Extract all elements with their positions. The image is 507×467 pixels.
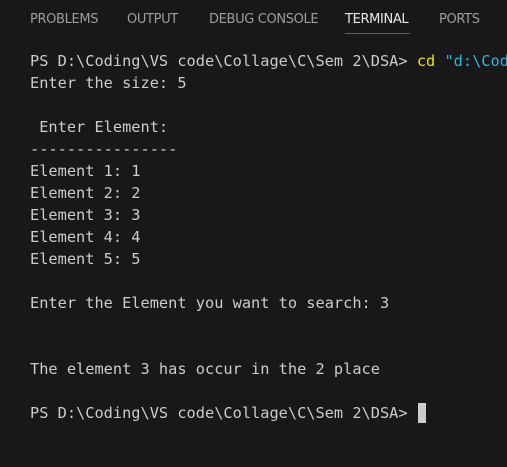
tab-output[interactable]: OUTPUT — [127, 12, 178, 28]
command-argument: "d:\Codi — [444, 52, 507, 70]
separator-line: ---------------- — [30, 140, 178, 158]
terminal-output[interactable]: PS D:\Coding\VS code\Collage\C\Sem 2\DSA… — [0, 40, 507, 467]
element-line: Element 3: 3 — [30, 206, 141, 224]
tab-terminal[interactable]: TERMINAL — [345, 12, 409, 28]
element-line: Element 2: 2 — [30, 184, 141, 202]
terminal-command-line: PS D:\Coding\VS code\Collage\C\Sem 2\DSA… — [30, 50, 507, 72]
element-line: Element 1: 1 — [30, 162, 141, 180]
terminal-cursor — [417, 403, 426, 423]
element-line: Element 5: 5 — [30, 250, 141, 268]
tab-debug-console[interactable]: DEBUG CONSOLE — [209, 12, 319, 28]
prompt-text: PS D:\Coding\VS code\Collage\C\Sem 2\DSA… — [30, 52, 417, 70]
panel-tab-bar: PROBLEMS OUTPUT DEBUG CONSOLE TERMINAL P… — [0, 0, 507, 40]
search-prompt-line: Enter the Element you want to search: 3 — [30, 294, 390, 312]
element-line: Element 4: 4 — [30, 228, 141, 246]
terminal-prompt-line: PS D:\Coding\VS code\Collage\C\Sem 2\DSA… — [30, 402, 426, 424]
size-prompt-line: Enter the size: 5 — [30, 74, 187, 92]
active-tab-indicator — [345, 33, 410, 34]
command-text: cd — [416, 52, 436, 70]
search-result-line: The element 3 has occur in the 2 place — [30, 360, 380, 378]
enter-element-heading: Enter Element: — [30, 118, 169, 136]
prompt-text: PS D:\Coding\VS code\Collage\C\Sem 2\DSA… — [30, 404, 417, 422]
terminal-panel: PROBLEMS OUTPUT DEBUG CONSOLE TERMINAL P… — [0, 0, 507, 467]
tab-problems[interactable]: PROBLEMS — [30, 12, 99, 28]
tab-ports[interactable]: PORTS — [439, 12, 480, 28]
